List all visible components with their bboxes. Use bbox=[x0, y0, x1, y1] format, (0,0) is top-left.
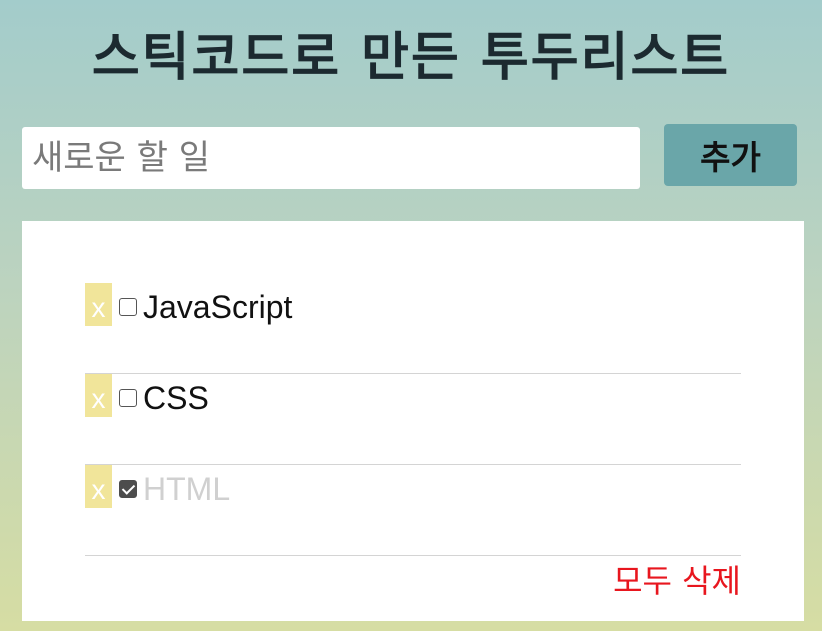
delete-button[interactable]: x bbox=[85, 283, 112, 326]
todo-item: x HTML bbox=[85, 465, 741, 556]
new-todo-input[interactable] bbox=[22, 127, 640, 189]
todo-checkbox[interactable] bbox=[119, 389, 137, 407]
page-title: 스틱코드로 만든 투두리스트 bbox=[91, 28, 731, 88]
todo-label: JavaScript bbox=[143, 289, 293, 325]
delete-button[interactable]: x bbox=[85, 465, 112, 508]
delete-button[interactable]: x bbox=[85, 374, 112, 417]
todo-item: x JavaScript bbox=[85, 283, 741, 374]
todo-checkbox[interactable] bbox=[119, 298, 137, 316]
add-button[interactable]: 추가 bbox=[664, 124, 797, 186]
todo-panel: x JavaScript x CSS x HTML 모두 삭제 bbox=[22, 221, 804, 621]
todo-label: CSS bbox=[143, 380, 209, 416]
todo-list: x JavaScript x CSS x HTML bbox=[85, 283, 741, 556]
todo-label: HTML bbox=[143, 471, 231, 507]
todo-checkbox[interactable] bbox=[119, 480, 137, 498]
clear-all-button[interactable]: 모두 삭제 bbox=[613, 559, 741, 603]
todo-item: x CSS bbox=[85, 374, 741, 465]
